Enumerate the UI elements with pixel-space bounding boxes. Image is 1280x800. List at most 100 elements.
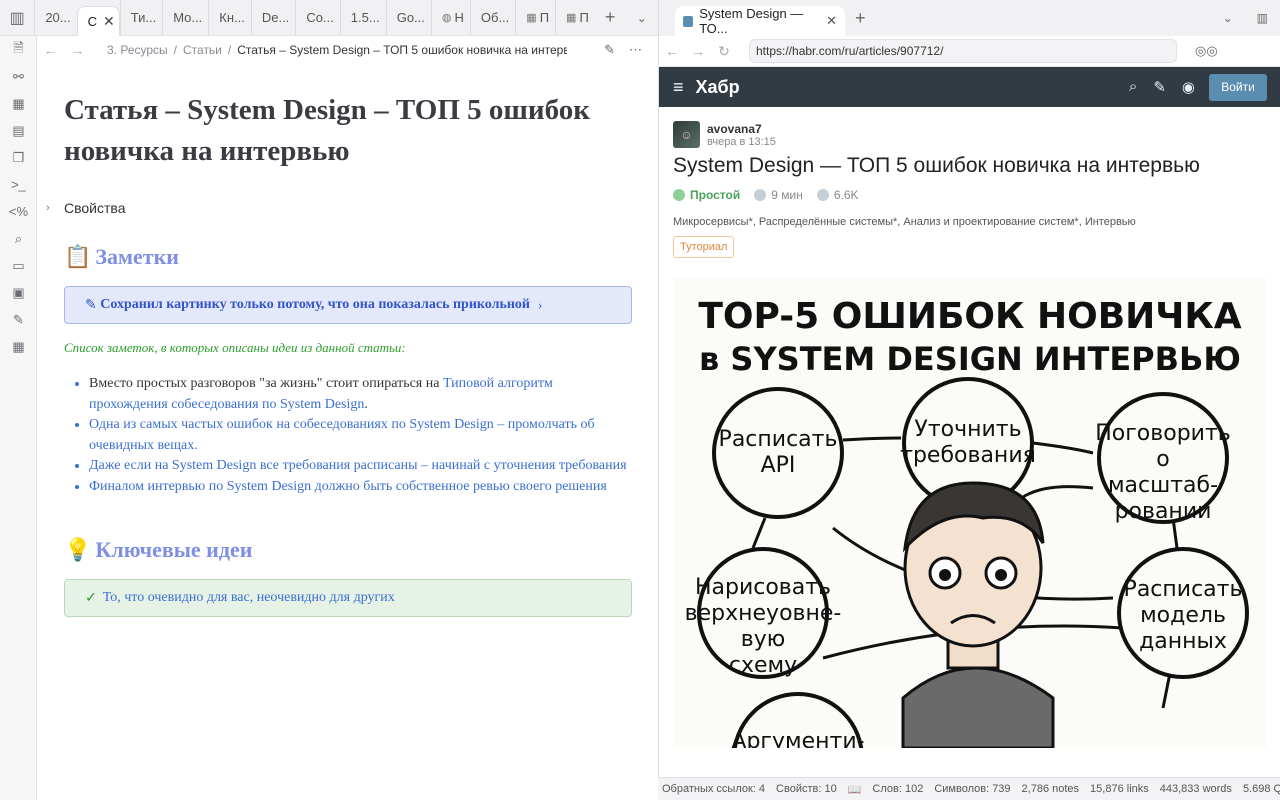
write-icon[interactable]: ✎ (1153, 78, 1166, 96)
calendar-icon[interactable]: ▤ (0, 117, 37, 144)
edit-icon[interactable]: ✎ (604, 42, 615, 58)
reader-icon[interactable]: ◎◎ (1195, 43, 1218, 59)
url-input[interactable]: https://habr.com/ru/articles/907712/ (749, 39, 1177, 63)
more-options-icon[interactable]: ⋯ (629, 42, 642, 58)
table-icon[interactable]: ▦ (0, 333, 37, 360)
site-logo[interactable]: Хабр (696, 77, 740, 98)
views: 6.6K (816, 188, 859, 202)
article: ☺ avovana7 вчера в 13:15 System Design —… (659, 107, 1280, 748)
tab-label: Н (454, 10, 464, 25)
sidebar-toggle-icon[interactable]: ▥ (0, 0, 34, 36)
forward-arrow-icon[interactable]: → (64, 42, 91, 58)
new-tab-button[interactable]: + (855, 8, 866, 29)
back-arrow-icon[interactable]: ← (659, 43, 685, 59)
grid-icon: ▦ (566, 12, 577, 24)
tab-7[interactable]: 1.5... (339, 0, 386, 36)
copy-icon[interactable]: ❐ (0, 144, 37, 171)
graph-icon[interactable]: ⚯ (0, 63, 37, 90)
browser-tab-bar: System Design — ТО... ✕ + ⌄ ▥ (659, 0, 1280, 36)
forward-arrow-icon[interactable]: → (685, 43, 711, 59)
excalidraw-icon[interactable]: ✎ (0, 306, 37, 333)
comment-icon[interactable]: ▭ (0, 252, 37, 279)
author-row: ☺ avovana7 вчера в 13:15 (673, 121, 1266, 148)
callout-saved-picture[interactable]: ✎ Сохранил картинку только потому, что о… (64, 286, 632, 324)
internal-link[interactable]: Даже если на System Design все требовани… (89, 458, 627, 473)
hero-title-line2: в SYSTEM DESIGN ИНТЕРВЬЮ (699, 340, 1241, 378)
login-button[interactable]: Войти (1209, 73, 1267, 101)
tab-5[interactable]: De... (250, 0, 295, 36)
tab-1[interactable]: С ✕ (76, 5, 120, 36)
search-icon[interactable]: ⌕ (0, 225, 37, 252)
tutorial-badge: Туториал (673, 236, 735, 258)
notes-intro: Список заметок, в которых описаны идеи и… (64, 340, 406, 355)
tab-label: Co... (306, 10, 334, 25)
char-count: Символов: 739 (934, 783, 1011, 795)
publish-date: вчера в 13:15 (707, 135, 776, 148)
pencil-icon: ✎ (85, 297, 101, 313)
image-icon[interactable]: ▣ (0, 279, 37, 306)
hero-title-line1: TOP-5 ОШИБОК НОВИЧКА (698, 296, 1241, 337)
tab-4[interactable]: Кн... (208, 0, 251, 36)
chevron-down-icon[interactable]: ⌄ (1223, 11, 1233, 25)
templater-icon[interactable]: <% (0, 198, 37, 225)
backlinks-count[interactable]: Обратных ссылок: 4 (662, 783, 765, 795)
author-name[interactable]: avovana7 (707, 122, 776, 136)
grid-icon: ▦ (526, 12, 537, 24)
tab-9[interactable]: ◍ Н (430, 0, 470, 36)
close-tab-icon[interactable]: ✕ (103, 13, 115, 30)
ribbon: 🗎 ⚯ ▦ ▤ ❐ >_ <% ⌕ ▭ ▣ ✎ ▦ (0, 36, 37, 800)
search-icon[interactable]: ⌕ (1129, 78, 1137, 96)
tab-label: П (539, 10, 550, 25)
menu-icon[interactable]: ≡ (673, 77, 684, 98)
tab-12[interactable]: ▦ П (555, 0, 595, 36)
tab-bar: ▥ 20... С ✕ Ти... Мо... Кн... De... Co... 1.5...… (0, 0, 658, 36)
links-count: 15,876 links (1090, 783, 1149, 795)
browser-tab[interactable]: System Design — ТО... ✕ (675, 6, 845, 36)
canvas-icon[interactable]: ▦ (0, 90, 37, 117)
book-icon[interactable]: 📖 (848, 783, 862, 796)
terminal-icon[interactable]: >_ (0, 171, 37, 198)
tab-label: П (579, 10, 589, 25)
tab-label: Кн... (219, 10, 245, 25)
internal-link[interactable]: Финалом интервью по System Design должно… (89, 479, 607, 494)
tab-label: 20... (45, 10, 71, 25)
breadcrumb-item[interactable]: Статьи (183, 43, 222, 57)
tab-8[interactable]: Go... (385, 0, 431, 36)
list-item: Одна из самых частых ошибок на собеседов… (89, 415, 632, 456)
eye-icon[interactable]: ◉ (1182, 78, 1195, 96)
page-title: Статья – System Design – ТОП 5 ошибок но… (64, 94, 590, 167)
notes-count: 2,786 notes (1021, 783, 1080, 795)
tab-11[interactable]: ▦ П (515, 0, 555, 36)
list-item: Финалом интервью по System Design должно… (89, 477, 632, 498)
new-tab-button[interactable]: + (595, 7, 626, 28)
tab-0[interactable]: 20... (34, 0, 76, 36)
tab-2[interactable]: Ти... (119, 0, 162, 36)
tab-list-chevron-icon[interactable]: ⌄ (626, 11, 659, 25)
note-content: Статья – System Design – ТОП 5 ошибок но… (46, 90, 632, 617)
hub-list[interactable]: Микросервисы*, Распределённые системы*, … (673, 216, 1266, 228)
reload-icon[interactable]: ↻ (711, 43, 737, 60)
internal-link[interactable]: Одна из самых частых ошибок на собеседов… (89, 417, 595, 453)
browser-pane: System Design — ТО... ✕ + ⌄ ▥ ← → ↻ http… (658, 0, 1280, 800)
node-label: Аргументи- (731, 729, 864, 748)
tab-10[interactable]: Об... (469, 0, 515, 36)
breadcrumb-item[interactable]: 3. Ресурсы (107, 43, 168, 57)
node-label: Уточнить требования (900, 417, 1036, 468)
back-arrow-icon[interactable]: ← (37, 42, 64, 58)
sidebar-icon[interactable]: ▥ (1257, 11, 1268, 25)
obsidian-pane: ▥ 20... С ✕ Ти... Мо... Кн... De... Co... 1.5...… (0, 0, 658, 800)
favicon-icon (683, 15, 694, 27)
node-label: Поговорить о масштаб-ровании (1095, 421, 1231, 524)
properties-toggle[interactable]: › Свойства (46, 200, 632, 216)
new-note-icon[interactable]: 🗎 (0, 36, 37, 63)
globe-icon: ◍ (441, 12, 452, 24)
difficulty-icon (673, 189, 685, 201)
tab-6[interactable]: Co... (295, 0, 339, 36)
article-stats: Простой 9 мин 6.6K (673, 188, 1266, 202)
avatar[interactable]: ☺ (673, 121, 700, 148)
difficulty-badge: Простой (673, 188, 740, 202)
callout-key-idea[interactable]: ✓ То, что очевидно для вас, неочевидно д… (64, 579, 632, 617)
tab-3[interactable]: Мо... (162, 0, 208, 36)
breadcrumb-current[interactable]: Статья – System Design – ТОП 5 ошибок но… (237, 43, 567, 57)
close-tab-icon[interactable]: ✕ (826, 13, 837, 29)
